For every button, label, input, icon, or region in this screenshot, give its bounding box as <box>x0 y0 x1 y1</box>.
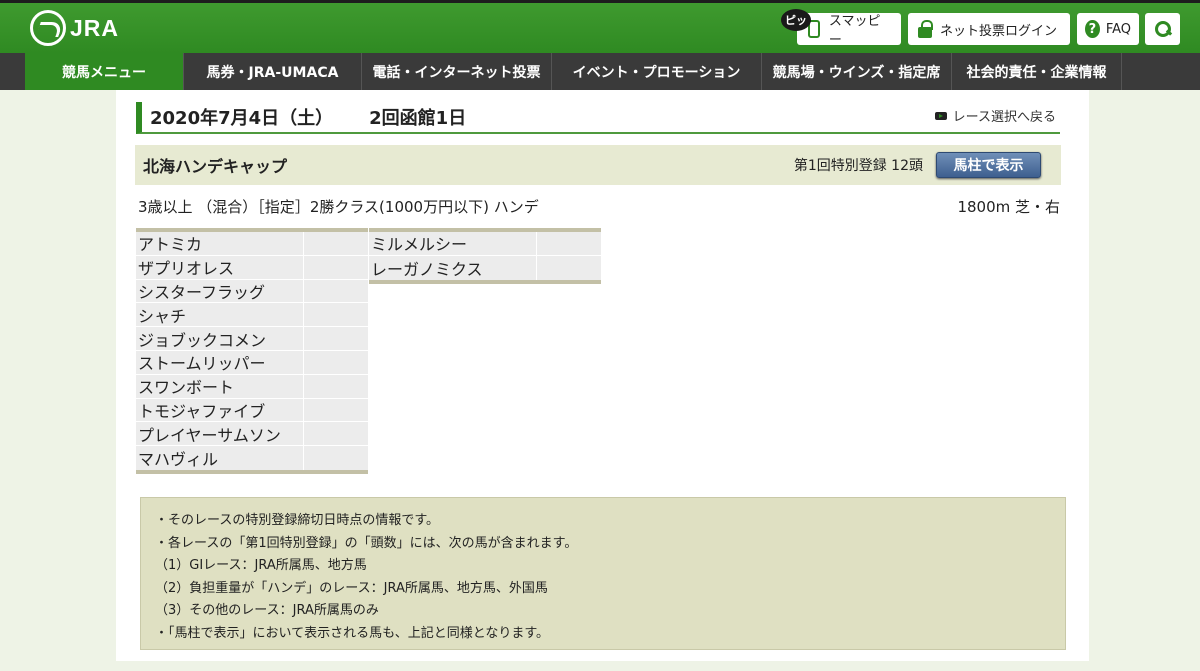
race-date: 2020年7月4日（土） <box>150 108 334 129</box>
horse-row: シャチ <box>136 303 368 328</box>
horse-extra-cell <box>304 327 368 350</box>
lock-icon <box>916 19 934 39</box>
smappy-button[interactable]: スマッピー <box>797 13 901 48</box>
note-line: （3）その他のレース：JRA所属馬のみ <box>155 603 379 619</box>
horse-row: スワンボート <box>136 374 368 399</box>
horse-name: ザプリオレス <box>136 255 304 279</box>
horse-extra-cell <box>304 446 368 470</box>
nav-item-2[interactable]: 電話・インターネット投票 <box>362 53 552 90</box>
race-distance: 1800m 芝・右 <box>957 198 1060 216</box>
horse-extra-cell <box>537 255 601 280</box>
horse-name: レーガノミクス <box>369 255 537 280</box>
horse-extra-cell <box>304 303 368 327</box>
back-arrow-icon <box>934 111 947 120</box>
race-content: 2020年7月4日（土） 2回函館1日 レース選択へ戻る 北海ハンデキャップ 第… <box>116 90 1089 661</box>
horse-extra-cell <box>304 422 368 446</box>
horse-row: マハヴィル <box>136 446 368 470</box>
horse-extra-cell <box>304 232 368 255</box>
note-line: ・各レースの「第1回特別登録」の「頭数」には、次の馬が含まれます。 <box>155 535 578 551</box>
horse-extra-cell <box>537 232 601 255</box>
jra-logo[interactable]: JRA <box>30 10 119 46</box>
faq-label: FAQ <box>1105 21 1131 37</box>
faq-button[interactable]: ? FAQ <box>1077 13 1139 45</box>
nav-item-3[interactable]: イベント・プロモーション <box>552 53 762 90</box>
search-button[interactable] <box>1145 13 1180 45</box>
logo-text: JRA <box>70 14 120 41</box>
race-venue: 2回函館1日 <box>369 108 467 129</box>
horse-row: プレイヤーサムソン <box>136 422 368 447</box>
net-vote-login-button[interactable]: ネット投票ログイン <box>908 13 1070 45</box>
horse-row: レーガノミクス <box>369 255 601 280</box>
horse-extra-cell <box>304 255 368 279</box>
search-icon <box>1154 20 1172 38</box>
back-to-race-select-link[interactable]: レース選択へ戻る <box>934 106 1056 125</box>
horse-row: ミルメルシー <box>369 232 601 256</box>
login-label: ネット投票ログイン <box>940 23 1058 39</box>
race-name: 北海ハンデキャップ <box>143 157 288 176</box>
horse-extra-cell <box>304 279 368 303</box>
horse-name: トモジャファイブ <box>136 398 304 422</box>
horse-row: シスターフラッグ <box>136 279 368 304</box>
nav-item-0[interactable]: 競馬メニュー <box>25 53 184 90</box>
smappy-label: スマッピー <box>828 14 881 48</box>
horse-row: ザプリオレス <box>136 255 368 280</box>
pitto-badge: ピッ <box>781 9 811 31</box>
horse-extra-cell <box>304 398 368 422</box>
horse-name: ジョブックコメン <box>136 327 304 350</box>
horse-name: プレイヤーサムソン <box>136 422 304 446</box>
race-title-band: 北海ハンデキャップ 第1回特別登録 12頭 馬柱で表示 <box>135 145 1061 185</box>
note-line: ・「馬柱で表示」において表示される馬も、上記と同様となります。 <box>155 625 550 641</box>
horse-name: シスターフラッグ <box>136 279 304 303</box>
note-line: （1）GⅠレース：JRA所属馬、地方馬 <box>155 558 367 574</box>
nav-item-5[interactable]: 社会的責任・企業情報 <box>952 53 1122 90</box>
horse-name: アトミカ <box>136 232 304 255</box>
registration-count: 第1回特別登録 12頭 <box>793 158 923 174</box>
horse-extra-cell <box>304 350 368 374</box>
horse-row: トモジャファイブ <box>136 398 368 423</box>
notes-box: ・そのレースの特別登録締切日時点の情報です。・各レースの「第1回特別登録」の「頭… <box>140 497 1066 650</box>
note-line: （2）負担重量が「ハンデ」のレース：JRA所属馬、地方馬、外国馬 <box>155 580 548 596</box>
show-umabashira-button[interactable]: 馬柱で表示 <box>936 152 1041 178</box>
main-nav: 競馬メニュー 馬券・JRA-UMACA 電話・インターネット投票 イベント・プロモーシ… <box>0 53 1200 90</box>
horse-name: ミルメルシー <box>369 232 537 255</box>
horse-extra-cell <box>304 374 368 398</box>
note-line: ・そのレースの特別登録締切日時点の情報です。 <box>155 513 440 528</box>
horse-name: シャチ <box>136 303 304 327</box>
horse-name: ストームリッパー <box>136 350 304 374</box>
horse-list-column-1: アトミカ ザプリオレス シスターフラッグ シャチ ジョブックコメン ストームリッパー スワン… <box>136 228 368 474</box>
horse-row: ストームリッパー <box>136 350 368 375</box>
top-header: JRA スマッピー ピッ ネット投票ログイン ? FAQ <box>0 0 1200 53</box>
jra-logo-icon <box>30 10 66 46</box>
race-heading: 2020年7月4日（土） 2回函館1日 レース選択へ戻る <box>136 102 1060 134</box>
nav-item-4[interactable]: 競馬場・ウインズ・指定席 <box>762 53 952 90</box>
question-icon: ? <box>1085 20 1100 38</box>
horse-row: アトミカ <box>136 232 368 256</box>
horse-name: スワンボート <box>136 374 304 398</box>
horse-list-column-2: ミルメルシー レーガノミクス <box>369 228 601 284</box>
horse-name: マハヴィル <box>136 446 304 470</box>
race-conditions: 3歳以上 （混合）［指定］2勝クラス(1000万円以下) ハンデ <box>138 198 539 216</box>
horse-row: ジョブックコメン <box>136 327 368 351</box>
nav-item-1[interactable]: 馬券・JRA-UMACA <box>184 53 362 90</box>
back-link-label: レース選択へ戻る <box>952 110 1056 125</box>
